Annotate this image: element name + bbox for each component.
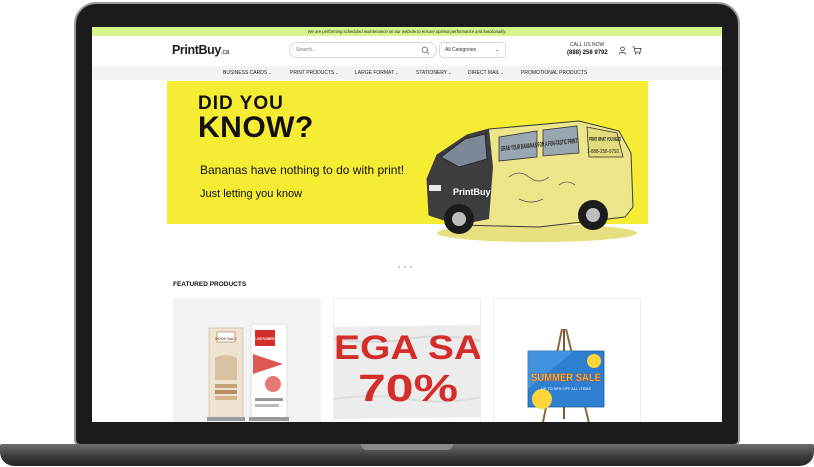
search-icon[interactable] bbox=[421, 46, 430, 55]
nav-label: BUSINESS CARDS bbox=[223, 70, 268, 76]
chevron-down-icon: ⌄ bbox=[268, 70, 272, 75]
product-card-foam-board-sign[interactable]: SUMMER SALE UP TO 50% OFF ALL ITEMS bbox=[493, 298, 641, 422]
hero-title-line2: KNOW? bbox=[198, 111, 314, 144]
foam-board-sign-image: SUMMER SALE UP TO 50% OFF ALL ITEMS bbox=[527, 328, 605, 422]
nav-large-format[interactable]: LARGE FORMAT⌄ bbox=[355, 66, 398, 80]
van-brand: PrintBuy bbox=[453, 187, 491, 197]
carousel-dot[interactable] bbox=[398, 266, 400, 268]
chevron-down-icon: ⌄ bbox=[395, 70, 399, 75]
search-box bbox=[289, 42, 437, 58]
main-nav: BUSINESS CARDS⌄ PRINT PRODUCTS⌄ LARGE FO… bbox=[92, 66, 722, 80]
van-text-2: PRINT WHAT YOU NEED bbox=[589, 137, 621, 143]
chevron-down-icon: ⌄ bbox=[448, 70, 452, 75]
nav-stationery[interactable]: STATIONERY⌄ bbox=[416, 66, 451, 80]
nav-promotional-products[interactable]: PROMOTIONAL PRODUCTS bbox=[521, 66, 587, 80]
carousel-dots bbox=[398, 255, 416, 273]
carousel-dot[interactable] bbox=[404, 266, 406, 268]
product-card-roll-up-banners[interactable]: BOOK SALE LOVE FLOWERS bbox=[173, 298, 321, 422]
browser-screen: We are performing scheduled maintenance … bbox=[92, 27, 722, 422]
nav-business-cards[interactable]: BUSINESS CARDS⌄ bbox=[223, 66, 272, 80]
call-number[interactable]: (888) 258 9792 bbox=[567, 50, 608, 56]
sign-text-1: SUMMER SALE bbox=[531, 372, 601, 384]
nav-print-products[interactable]: PRINT PRODUCTS⌄ bbox=[290, 66, 339, 80]
search-input[interactable] bbox=[296, 45, 416, 55]
hero-subtext-1: Bananas have nothing to do with print! bbox=[200, 163, 405, 177]
hero-banner[interactable]: DID YOU KNOW? Bananas have nothing to do… bbox=[167, 81, 648, 242]
hero-subtext-2: Just letting you know bbox=[200, 188, 303, 200]
product-card-vinyl-banner[interactable]: EGA SA 70% bbox=[333, 298, 481, 422]
van-illustration: PrintBuy GRAB YOUR BANANAS FOR A FUN-TAS… bbox=[426, 120, 637, 242]
laptop-notch bbox=[361, 444, 453, 450]
chevron-down-icon: ⌄ bbox=[335, 70, 339, 75]
nav-label: DIRECT MAIL bbox=[468, 70, 500, 76]
vinyl-banner-line2: 70% bbox=[358, 368, 458, 410]
van-phone: 1-888-258-9792 bbox=[587, 149, 619, 155]
nav-label: STATIONERY bbox=[416, 70, 448, 76]
nav-label: PROMOTIONAL PRODUCTS bbox=[521, 70, 588, 76]
logo-suffix: .ca bbox=[220, 49, 230, 56]
chevron-down-icon: ⌄ bbox=[494, 47, 499, 53]
vinyl-banner-image: EGA SA 70% bbox=[334, 325, 481, 419]
maintenance-banner: We are performing scheduled maintenance … bbox=[92, 27, 722, 36]
vinyl-banner-line1: EGA SA bbox=[334, 329, 481, 367]
chevron-down-icon: ⌄ bbox=[500, 70, 504, 75]
sign-text-2: UP TO 50% OFF ALL ITEMS bbox=[541, 387, 592, 391]
nav-direct-mail[interactable]: DIRECT MAIL⌄ bbox=[468, 66, 504, 80]
nav-label: PRINT PRODUCTS bbox=[290, 70, 335, 76]
nav-label: LARGE FORMAT bbox=[355, 70, 395, 76]
featured-products-title: FEATURED PRODUCTS bbox=[173, 281, 247, 288]
site-logo[interactable]: PrintBuy.ca bbox=[172, 43, 229, 57]
banner1-text: BOOK SALE bbox=[215, 337, 237, 341]
carousel-dot[interactable] bbox=[410, 266, 412, 268]
category-select[interactable]: All Categories ⌄ bbox=[439, 42, 506, 58]
roll-up-banners-image: BOOK SALE LOVE FLOWERS bbox=[207, 323, 289, 421]
cart-icon[interactable] bbox=[632, 46, 642, 55]
banner2-text: LOVE FLOWERS bbox=[256, 337, 275, 341]
user-icon[interactable] bbox=[618, 46, 627, 55]
logo-main: PrintBuy bbox=[172, 43, 221, 57]
site-header: PrintBuy.ca All Categories ⌄ CALL US NOW… bbox=[92, 36, 722, 66]
call-label: CALL US NOW bbox=[570, 42, 605, 48]
category-selected: All Categories bbox=[445, 47, 477, 53]
